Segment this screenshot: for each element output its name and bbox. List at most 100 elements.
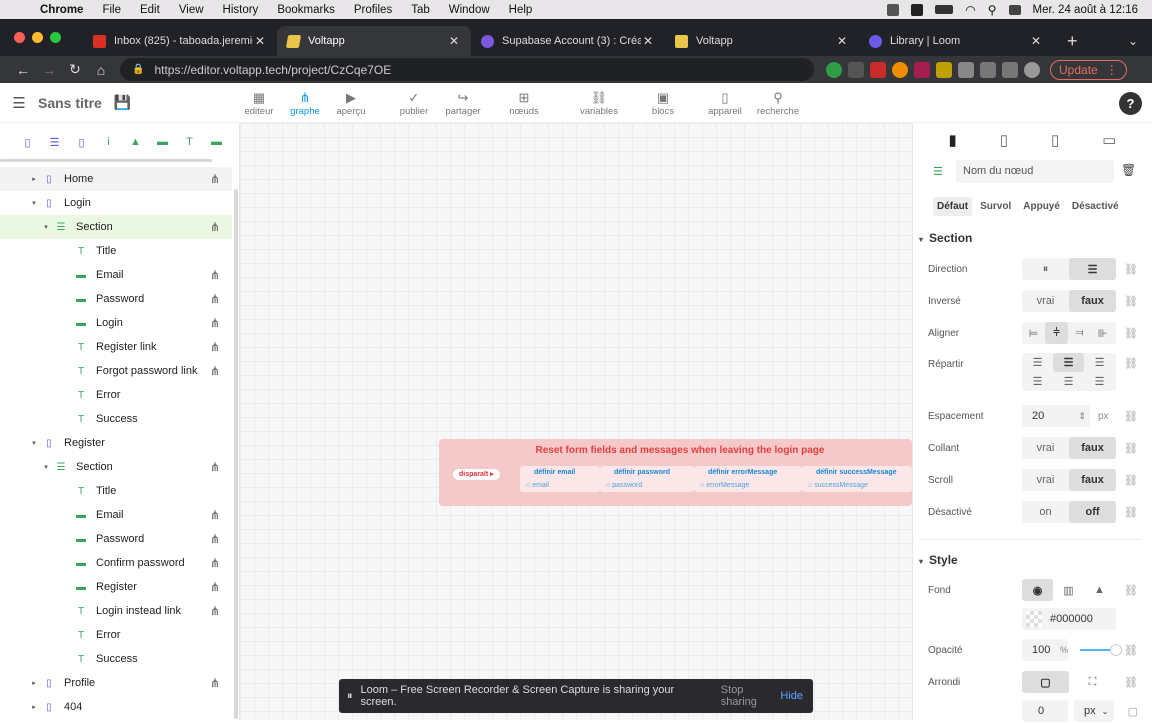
share-node-icon[interactable]: ⋔ [210,532,220,546]
tree-node[interactable]: ▾ ☰ Section ⋔ [0,215,232,239]
tree-node[interactable]: T Success [0,407,232,431]
info-node-icon[interactable]: i [95,136,122,148]
forward-icon[interactable]: → [36,62,62,78]
radius-unit-select[interactable]: px ⌄ [1074,700,1114,722]
profile-avatar[interactable] [1024,61,1040,78]
tree-node[interactable]: ▸ ▯ Profile ⋔ [0,671,232,695]
opacity-slider[interactable] [1080,644,1123,656]
menu-history[interactable]: History [223,4,259,16]
color-swatch[interactable] [1026,611,1042,627]
slider-handle[interactable] [1110,644,1123,656]
stop-sharing-button[interactable]: Stop sharing [721,684,781,708]
expand-caret-icon[interactable]: ▸ [28,703,40,711]
align-stretch-icon[interactable]: ⊪ [1091,322,1114,344]
tree-node[interactable]: ▾ ▯ Register [0,431,232,455]
expand-caret-icon[interactable]: ▸ [28,175,40,183]
expand-caret-icon[interactable]: ▾ [40,223,52,231]
share-node-icon[interactable]: ⋔ [210,676,220,690]
battery-icon[interactable] [935,5,954,14]
spotlight-icon[interactable]: ⚲ [988,3,997,17]
image-node-icon[interactable]: ▲ [122,136,149,148]
tree-node[interactable]: T Login instead link ⋔ [0,599,232,623]
radius-all-icon[interactable]: ▢ [1022,671,1069,693]
zoom-window-icon[interactable] [50,32,61,43]
option-vrai[interactable]: vrai [1022,437,1069,459]
fill-image-icon[interactable]: ▲ [1084,579,1115,601]
input-node-icon[interactable]: ▬ [149,136,176,148]
bind-link-icon[interactable]: ⛓ [1124,327,1138,340]
share-node-icon[interactable]: ⋔ [210,172,220,186]
flow-node-success[interactable]: définir successMessage ○ successMessage [802,466,912,492]
close-tab-icon[interactable]: ✕ [1029,34,1043,48]
tree-node[interactable]: ▬ Password ⋔ [0,287,232,311]
button-node-icon[interactable]: ▬ [203,136,230,148]
keyboard-input-icon[interactable] [911,3,924,16]
stepper-icon[interactable]: ⇕ [1078,411,1086,422]
expand-caret-icon[interactable]: ▸ [28,679,40,687]
color-input[interactable]: #000000 [1022,608,1116,630]
project-title[interactable]: Sans titre [38,95,102,111]
flow-node-password[interactable]: définir password ○ password [600,466,694,492]
horizontal-scrollbar[interactable] [0,159,212,162]
menu-bookmarks[interactable]: Bookmarks [277,4,335,16]
fill-solid-icon[interactable]: ◉ [1022,579,1053,601]
extension-green-icon[interactable] [826,61,842,78]
tab-state-desactive[interactable]: Désactivé [1068,197,1123,216]
reading-list-icon[interactable] [980,61,996,78]
tree-node[interactable]: T Forgot password link ⋔ [0,359,232,383]
tool-publier[interactable]: ✓ publier [374,83,454,123]
phone-icon[interactable]: ▯ [1000,131,1008,149]
extension-facebook-icon[interactable] [848,61,864,78]
menu-edit[interactable]: Edit [140,4,160,16]
bind-link-icon[interactable]: ⛓ [1124,474,1138,487]
option-vrai[interactable]: vrai [1022,469,1069,491]
vertical-scrollbar[interactable] [234,189,238,719]
option-vrai[interactable]: vrai [1022,290,1069,312]
section-header[interactable]: ▾ Section [919,231,972,245]
direction-rows-icon[interactable]: ☰ [1069,258,1116,280]
tree-node[interactable]: T Register link ⋔ [0,335,232,359]
flow-node-email[interactable]: définir email ○ email [520,466,600,492]
align-left-icon[interactable]: ⊨ [1022,322,1045,344]
tree-node[interactable]: ▬ Confirm password ⋔ [0,551,232,575]
control-center-icon[interactable] [1008,4,1021,15]
tab-voltapp-active[interactable]: Voltapp ✕ [277,26,471,56]
tool-editeur[interactable]: ▦ editeur [236,83,282,123]
menu-tab[interactable]: Tab [411,4,430,16]
style-header[interactable]: ▾ Style [919,553,958,567]
tree-node[interactable]: ▬ Register ⋔ [0,575,232,599]
menu-profiles[interactable]: Profiles [354,4,392,16]
share-node-icon[interactable]: ⋔ [210,220,220,234]
tool-partager[interactable]: ↪ partager [445,83,480,123]
share-node-icon[interactable]: ⋔ [210,340,220,354]
close-tab-icon[interactable]: ✕ [641,34,655,48]
distribute-start-icon[interactable]: ☰ [1022,353,1053,372]
direction-columns-icon[interactable]: ⏸ [1022,258,1069,280]
lock-icon[interactable]: 🔒 [132,64,144,75]
tab-loom[interactable]: Library | Loom ✕ [859,26,1053,56]
tree-node[interactable]: ▸ ▯ Home ⋔ [0,167,232,191]
option-off[interactable]: off [1069,501,1116,523]
device-all-icon[interactable]: ▮ [949,131,957,149]
share-node-icon[interactable]: ⋔ [210,364,220,378]
tree-node[interactable]: T Title [0,239,232,263]
tool-graphe[interactable]: ⋔ graphe [282,83,328,123]
flow-group[interactable]: Reset form fields and messages when leav… [439,439,912,506]
tool-blocs[interactable]: ▣ blocs [622,83,704,123]
tab-gmail[interactable]: Inbox (825) - taboada.jeremie@ ✕ [83,26,277,56]
tree-node[interactable]: ▬ Email ⋔ [0,503,232,527]
graph-canvas[interactable]: Reset form fields and messages when leav… [240,123,912,720]
extensions-puzzle-icon[interactable] [958,61,974,78]
flow-trigger[interactable]: disparaît ▸ [453,469,500,480]
expand-caret-icon[interactable]: ▾ [40,463,52,471]
extension-pen-icon[interactable] [936,61,952,78]
menu-clock[interactable]: Mer. 24 août à 12:16 [1033,4,1139,16]
save-icon[interactable]: 💾 [114,94,131,111]
wifi-icon[interactable]: ◠ [965,3,975,17]
option-faux[interactable]: faux [1069,469,1116,491]
minimize-window-icon[interactable] [32,32,43,43]
close-tab-icon[interactable]: ✕ [835,34,849,48]
update-button[interactable]: Update ⋮ [1050,59,1127,80]
laptop-icon[interactable]: ▭ [1102,131,1116,149]
node-name-input[interactable]: Nom du nœud [956,160,1114,183]
